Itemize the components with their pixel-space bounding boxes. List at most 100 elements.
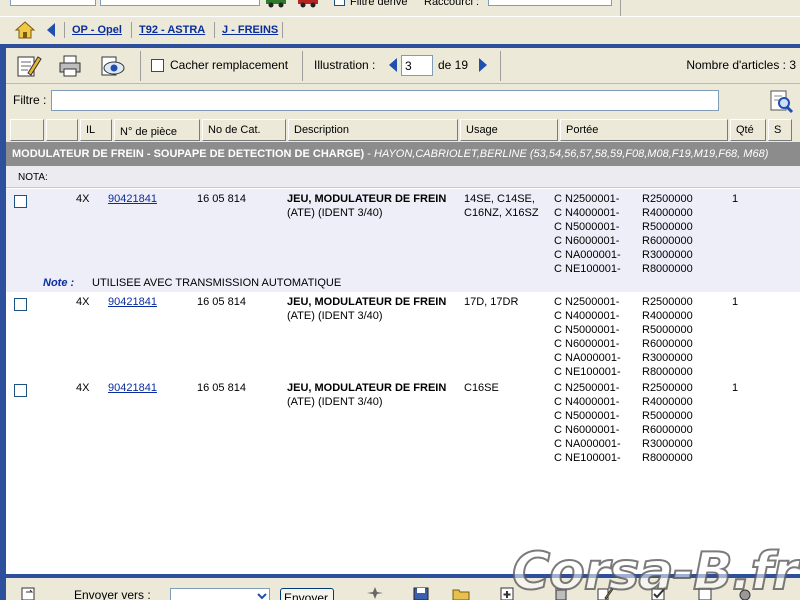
range-end: R4000000	[642, 207, 693, 219]
new-icon[interactable]	[366, 586, 384, 600]
row-checkbox[interactable]	[14, 298, 27, 311]
section-subtitle: HAYON,CABRIOLET,BERLINE (53,54,56,57,58,…	[374, 148, 769, 160]
print-icon[interactable]	[56, 53, 84, 79]
divider	[620, 0, 621, 16]
illustration-page-input[interactable]: 3	[401, 55, 433, 76]
part-number-link[interactable]: 90421841	[108, 381, 157, 395]
range-start: C N2500001-	[554, 296, 620, 308]
shortcut-label: Raccourci :	[424, 0, 480, 8]
description: JEU, MODULATEUR DE FREIN	[287, 295, 446, 309]
column-header-description[interactable]: Description	[288, 119, 458, 141]
range-end: R4000000	[642, 396, 693, 408]
truck-icon[interactable]	[296, 0, 320, 8]
filter-input[interactable]	[51, 90, 719, 111]
back-arrow-icon[interactable]	[44, 22, 58, 38]
usage-line-1: 17D, 17DR	[464, 296, 519, 308]
column-header-quantity[interactable]: Qté	[730, 119, 766, 141]
derived-filter-checkbox[interactable]	[334, 0, 345, 6]
range-start: C NE100001-	[554, 452, 621, 464]
range-start: C N4000001-	[554, 207, 620, 219]
column-header-part-number[interactable]: N° de pièce	[114, 119, 200, 141]
catalog-number: 16 05 814	[197, 382, 246, 394]
range-start: C NA000001-	[554, 352, 621, 364]
open-folder-icon[interactable]	[452, 586, 470, 600]
next-illustration-icon[interactable]	[476, 56, 490, 74]
shortcut-input[interactable]	[488, 0, 612, 6]
column-header-s[interactable]: S	[768, 119, 792, 141]
range-end: R2500000	[642, 382, 693, 394]
usage-line-1: 14SE, C14SE,	[464, 193, 535, 205]
description-title: JEU, MODULATEUR DE FREIN	[287, 193, 447, 205]
preview-eye-icon[interactable]	[98, 53, 126, 79]
range-start: C N6000001-	[554, 338, 620, 350]
range-start: C N6000001-	[554, 424, 620, 436]
column-header-il[interactable]: IL	[80, 119, 112, 141]
top-field-1[interactable]	[10, 0, 96, 6]
range-start: C N5000001-	[554, 221, 620, 233]
send-to-label: Envoyer vers :	[74, 588, 151, 600]
row-il: 4X	[76, 193, 90, 205]
divider	[64, 22, 65, 38]
description: JEU, MODULATEUR DE FREIN	[287, 192, 446, 206]
send-button[interactable]: Envoyer	[280, 588, 334, 600]
row-note: Note :	[43, 277, 74, 289]
column-header-catalog-number[interactable]: No de Cat.	[202, 119, 286, 141]
row-checkbox[interactable]	[14, 195, 27, 208]
range-end: R3000000	[642, 352, 693, 364]
column-header-range[interactable]: Portée	[560, 119, 728, 141]
section-separator: -	[364, 148, 374, 160]
column-header-select[interactable]	[10, 119, 44, 141]
illustration-total: de 19	[438, 58, 469, 72]
top-field-2[interactable]	[100, 0, 260, 6]
description-detail: (ATE) (IDENT 3/40)	[287, 396, 383, 408]
row-checkbox[interactable]	[14, 384, 27, 397]
divider	[140, 51, 141, 81]
description-detail: (ATE) (IDENT 3/40)	[287, 310, 383, 322]
table-row[interactable]: 4X 90421841 16 05 814 JEU, MODULATEUR DE…	[6, 378, 800, 468]
section-title: MODULATEUR DE FREIN - SOUPAPE DE DETECTI…	[12, 148, 365, 160]
chevron-down-icon	[257, 593, 267, 600]
save-icon[interactable]	[412, 586, 430, 600]
range-start: C N6000001-	[554, 235, 620, 247]
table-row[interactable]: 4X 90421841 16 05 814 JEU, MODULATEUR DE…	[6, 189, 800, 292]
quantity: 1	[732, 193, 739, 205]
range-start: C N2500001-	[554, 193, 620, 205]
top-strip: Filtre dérivé Raccourci :	[0, 0, 800, 16]
range-start: C N5000001-	[554, 410, 620, 422]
hide-replacement-checkbox[interactable]	[151, 59, 164, 72]
quantity: 1	[732, 382, 739, 394]
range-end: R6000000	[642, 424, 693, 436]
column-header-row: IL N° de pièce No de Cat. Description Us…	[6, 118, 800, 142]
parts-grid: MODULATEUR DE FREIN - SOUPAPE DE DETECTI…	[6, 142, 800, 576]
table-row[interactable]: 4X 90421841 16 05 814 JEU, MODULATEUR DE…	[6, 292, 800, 378]
hide-replacement-label: Cacher remplacement	[170, 58, 289, 72]
part-number-link[interactable]: 90421841	[108, 192, 157, 206]
breadcrumb-item-model[interactable]: T92 - ASTRA	[139, 24, 205, 36]
home-icon[interactable]	[14, 20, 36, 40]
note-text: UTILISEE AVEC TRANSMISSION AUTOMATIQUE	[92, 277, 342, 289]
export-icon[interactable]	[20, 586, 38, 600]
car-icon[interactable]	[264, 0, 288, 8]
range-end: R6000000	[642, 338, 693, 350]
column-header-usage[interactable]: Usage	[460, 119, 558, 141]
breadcrumb-item-group[interactable]: J - FREINS	[222, 24, 278, 36]
catalog-number: 16 05 814	[197, 296, 246, 308]
catalog-number: 16 05 814	[197, 193, 246, 205]
range-start: C NA000001-	[554, 249, 621, 261]
range-start: C NA000001-	[554, 438, 621, 450]
usage-line-2: C16NZ, X16SZ	[464, 207, 539, 219]
send-to-select[interactable]	[170, 588, 270, 600]
search-document-icon[interactable]	[768, 88, 794, 114]
range-start: C N2500001-	[554, 382, 620, 394]
part-number-link[interactable]: 90421841	[108, 295, 157, 309]
range-end: R8000000	[642, 366, 693, 378]
range-end: R3000000	[642, 438, 693, 450]
prev-illustration-icon[interactable]	[386, 56, 400, 74]
filter-label: Filtre :	[13, 93, 47, 107]
range-end: R3000000	[642, 249, 693, 261]
edit-notepad-icon[interactable]	[14, 53, 42, 79]
watermark-logo: Corsa-B.fr	[511, 541, 799, 600]
breadcrumb-item-make[interactable]: OP - Opel	[72, 24, 122, 36]
range-end: R5000000	[642, 324, 693, 336]
column-header-blank[interactable]	[46, 119, 78, 141]
